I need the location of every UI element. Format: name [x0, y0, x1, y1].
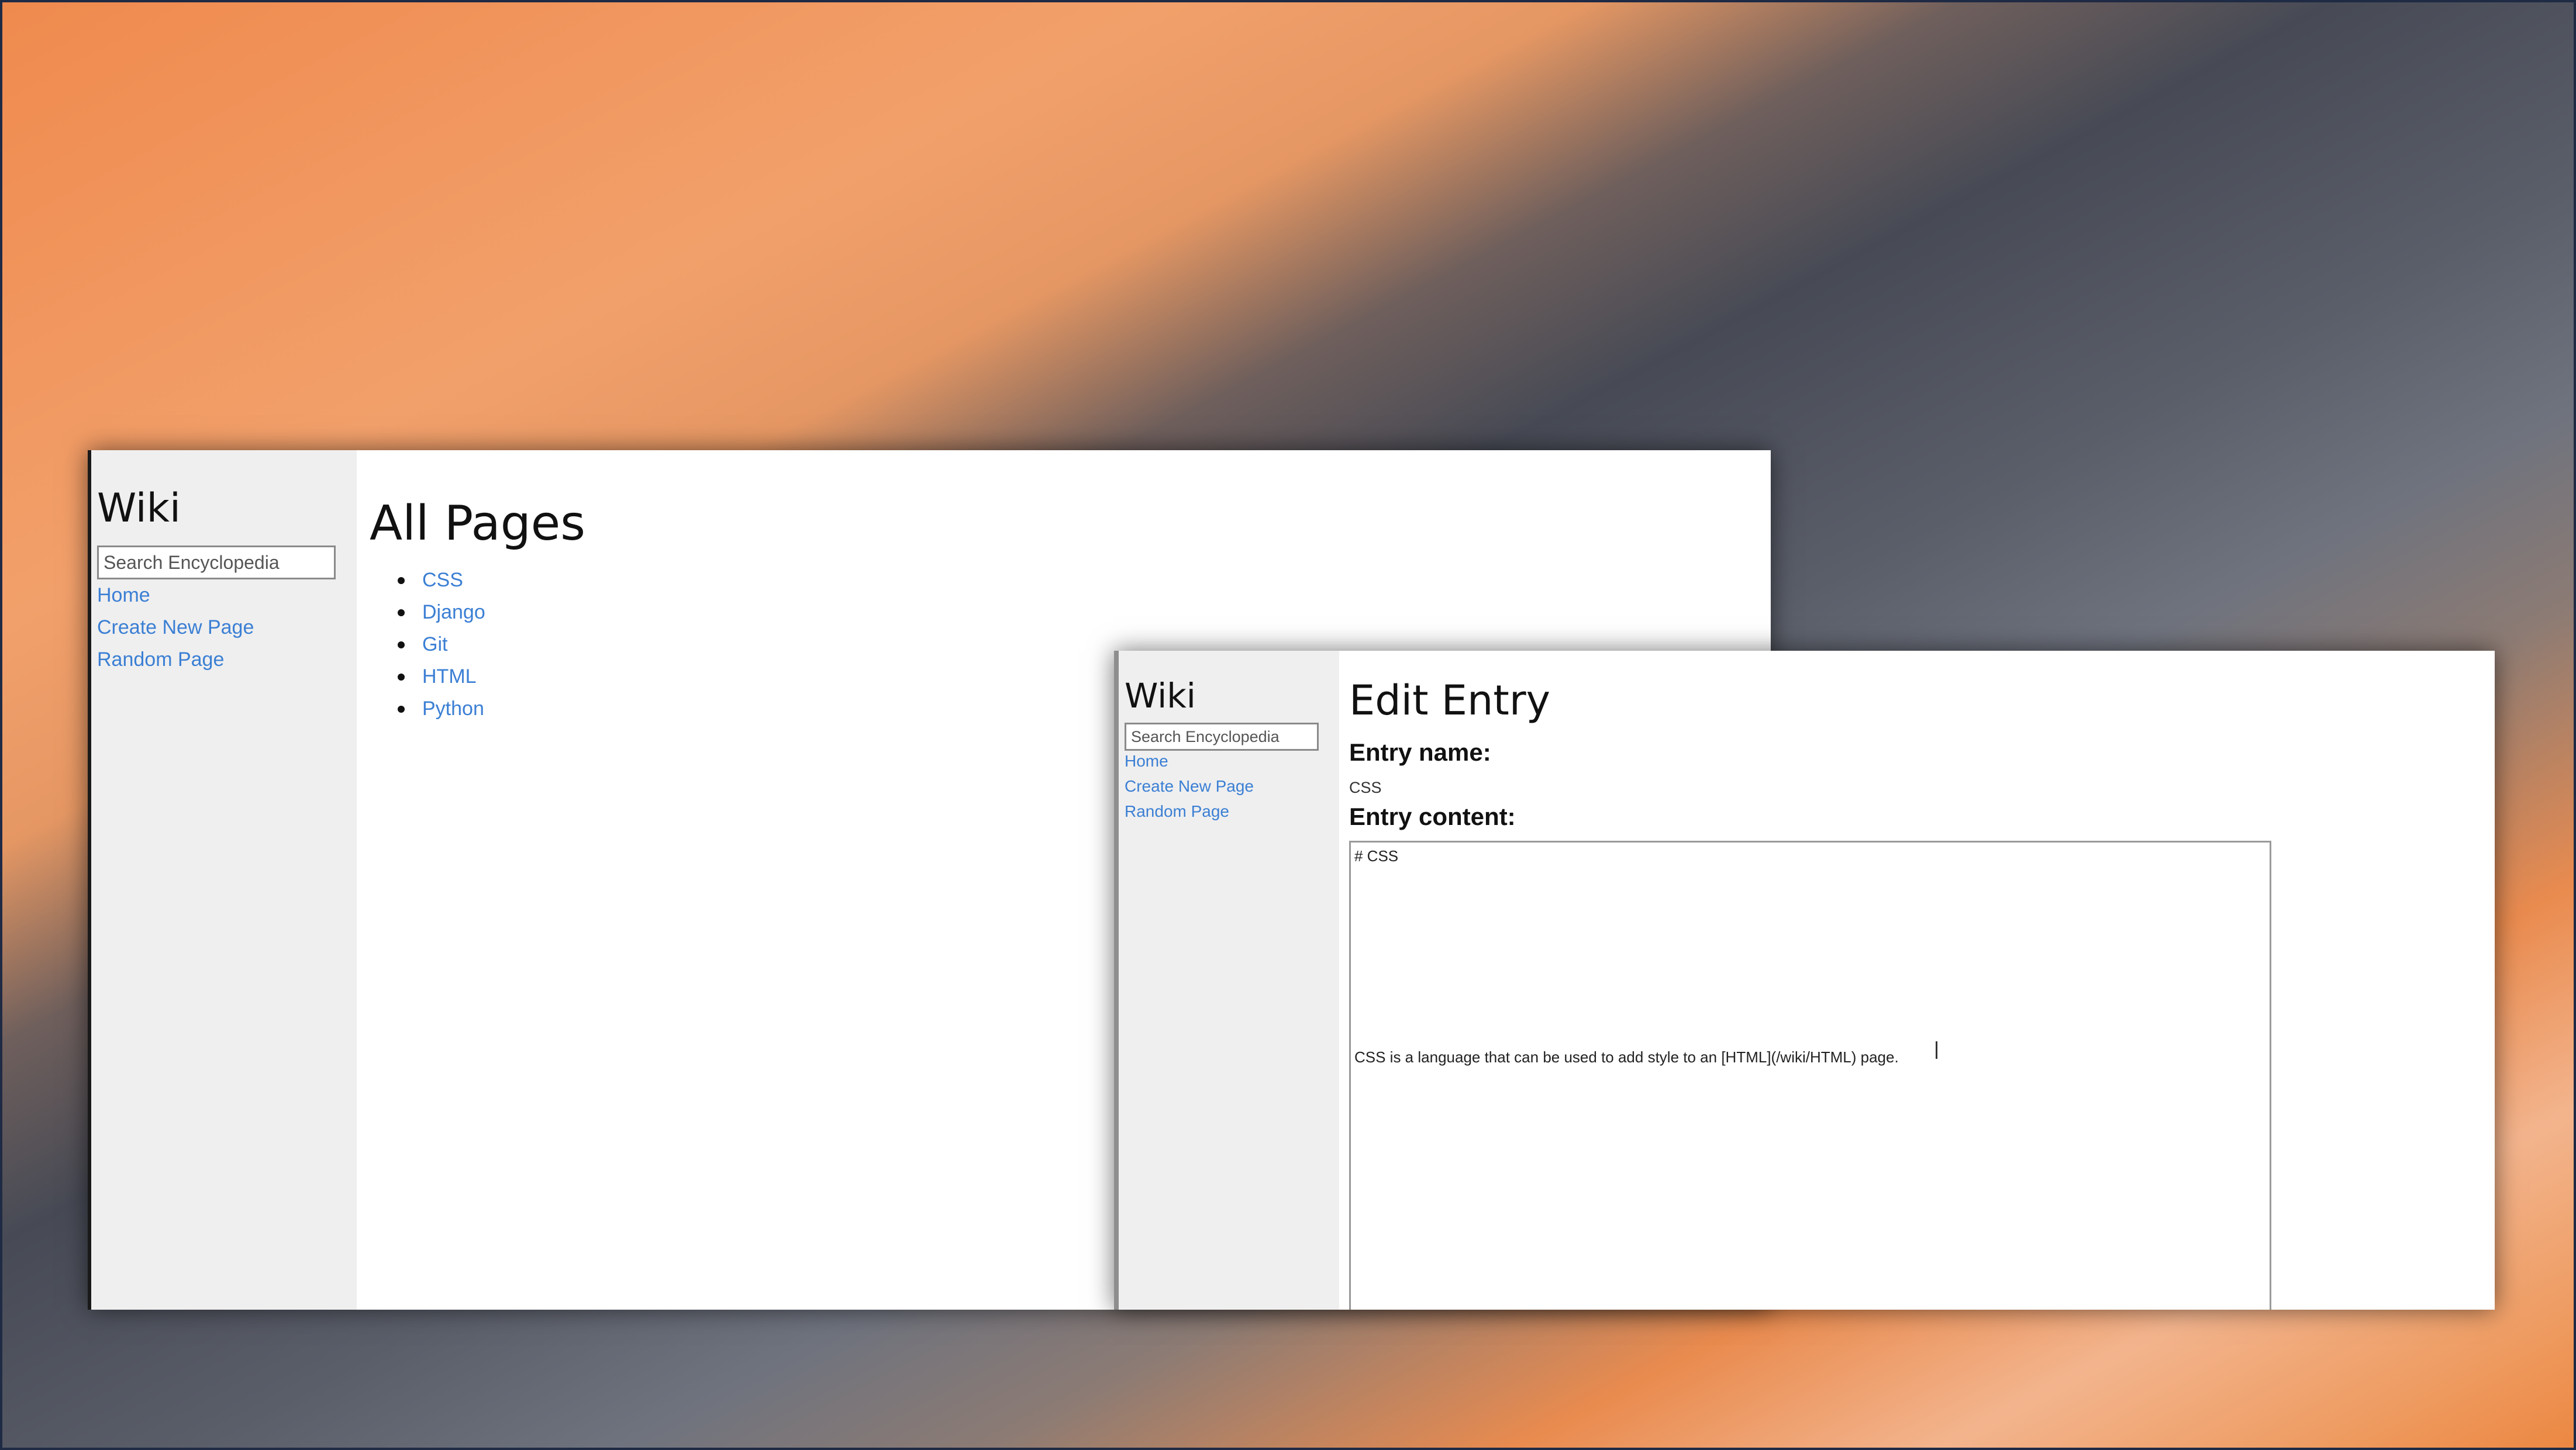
list-item: HTML	[398, 661, 485, 693]
sidebar-link-home[interactable]: Home	[1125, 752, 1168, 771]
entry-name-value: CSS	[1349, 779, 1382, 796]
page-link-css[interactable]: CSS	[422, 569, 463, 592]
edit-entry-window: Wiki Search Encyclopedia Home Create New…	[1114, 651, 2495, 1310]
sidebar: Wiki Search Encyclopedia Home Create New…	[1119, 651, 1339, 1310]
sidebar-link-create-new-page[interactable]: Create New Page	[97, 616, 254, 639]
page-title: All Pages	[370, 496, 585, 551]
content-line-body: CSS is a language that can be used to ad…	[1354, 1048, 1899, 1066]
content-line-heading: # CSS	[1354, 847, 1399, 865]
search-input[interactable]: Search Encyclopedia	[1125, 723, 1319, 751]
page-title: Edit Entry	[1349, 676, 1551, 724]
bullet-icon	[398, 673, 405, 681]
search-placeholder: Search Encyclopedia	[1131, 727, 1280, 745]
sidebar-link-create-new-page[interactable]: Create New Page	[1125, 777, 1254, 796]
page-link-django[interactable]: Django	[422, 601, 485, 624]
text-cursor-icon	[1936, 1041, 1937, 1059]
sidebar-link-random-page[interactable]: Random Page	[97, 648, 224, 671]
entry-name-label: Entry name:	[1349, 738, 1491, 766]
page-link-html[interactable]: HTML	[422, 665, 477, 688]
entry-content-textarea[interactable]: # CSS CSS is a language that can be used…	[1349, 841, 2271, 1310]
bullet-icon	[398, 576, 405, 584]
sidebar-link-home[interactable]: Home	[97, 584, 150, 607]
sidebar-link-random-page[interactable]: Random Page	[1125, 802, 1229, 821]
entry-content-label: Entry content:	[1349, 803, 1516, 830]
page-link-git[interactable]: Git	[422, 633, 447, 656]
wiki-logo: Wiki	[97, 485, 181, 531]
bullet-icon	[398, 641, 405, 648]
page-link-python[interactable]: Python	[422, 698, 484, 720]
search-placeholder: Search Encyclopedia	[104, 551, 280, 573]
list-item: Python	[398, 693, 485, 725]
bullet-icon	[398, 609, 405, 616]
main-content: Edit Entry Entry name: CSS Entry content…	[1339, 651, 2495, 1310]
page-list: CSS Django Git HTML Python	[398, 564, 485, 725]
list-item: Git	[398, 629, 485, 661]
bullet-icon	[398, 705, 405, 713]
list-item: Django	[398, 596, 485, 629]
sidebar: Wiki Search Encyclopedia Home Create New…	[91, 450, 357, 1310]
wiki-logo: Wiki	[1125, 676, 1196, 716]
search-input[interactable]: Search Encyclopedia	[97, 546, 336, 579]
list-item: CSS	[398, 564, 485, 596]
